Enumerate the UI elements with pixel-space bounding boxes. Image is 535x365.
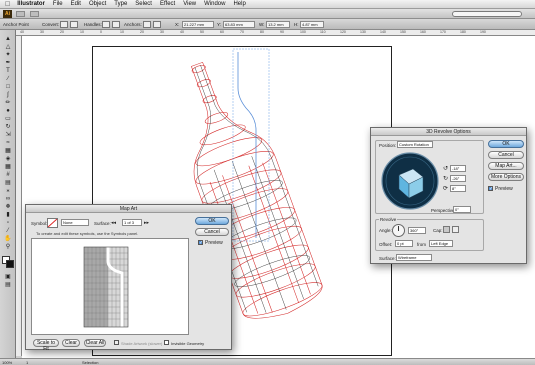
scale-to-fit-button[interactable]: Scale to Fit [33, 339, 59, 352]
map-art-preview-label: Preview [205, 240, 223, 246]
y-rotation-field[interactable]: -26° [450, 175, 466, 182]
more-options-button[interactable]: More Options [488, 173, 524, 181]
map-art-button[interactable]: Map Art... [488, 162, 524, 170]
surface-grid-preview [83, 246, 129, 328]
revolve-section-label: Revolve [379, 217, 398, 222]
from-label: from [417, 242, 426, 247]
y-axis-rotation-icon: ↻ [443, 176, 449, 182]
surface-field[interactable]: 1 of 3 [122, 219, 142, 226]
track-cube-widget[interactable] [379, 151, 441, 211]
artboard-number[interactable]: 1 [26, 360, 28, 365]
surface-dropdown[interactable]: Wireframe [396, 254, 432, 261]
shade-artwork-label: Shade Artwork (slower) [121, 341, 163, 346]
symbol-preview-swatch [47, 218, 58, 228]
symbol-dropdown[interactable]: None [61, 219, 89, 226]
track-cube-icon [381, 152, 439, 210]
z-rotation-field[interactable]: 8° [450, 185, 466, 192]
first-surface-icon[interactable]: ◂◂ [111, 220, 116, 226]
angle-label: Angle: [379, 228, 392, 233]
position-label: Position: [379, 143, 397, 148]
map-art-cancel-button[interactable]: Cancel [195, 228, 229, 236]
x-rotation-field[interactable]: -18° [450, 165, 466, 172]
status-bar: 100% 1 Selection [0, 358, 535, 365]
map-art-title: Map Art [26, 205, 231, 213]
position-dropdown[interactable]: Custom Rotation [397, 141, 433, 148]
zoom-level[interactable]: 100% [2, 360, 12, 365]
next-surface-icon[interactable]: ▸▸ [144, 220, 149, 226]
clear-all-button[interactable]: Clear All [84, 339, 106, 347]
map-art-dialog: Map Art Symbol: None Surface: ◂◂ 1 of 3 … [25, 204, 232, 352]
symbols-hint: To create and edit these symbols, use th… [36, 231, 139, 236]
revolve-title: 3D Revolve Options [371, 128, 526, 136]
revolve-preview-label: Preview [495, 186, 513, 192]
symbol-label: Symbol: [31, 221, 48, 226]
offset-field[interactable]: 0 pt [395, 240, 413, 247]
3d-revolve-options-dialog: 3D Revolve Options Position: Custom Rota… [370, 127, 527, 264]
revolve-ok-button[interactable]: OK [488, 140, 524, 148]
invisible-geometry-label: Invisible Geometry [171, 341, 205, 346]
surface-preview-area[interactable] [31, 238, 189, 335]
invisible-geometry-checkbox[interactable] [164, 340, 169, 345]
angle-dial[interactable] [392, 224, 405, 237]
z-axis-rotation-icon: ⟳ [443, 186, 449, 192]
cap-on-button[interactable] [443, 226, 450, 233]
shade-artwork-checkbox[interactable] [114, 340, 119, 345]
surface-label: Surface: [379, 256, 396, 261]
cap-off-button[interactable] [452, 226, 459, 233]
offset-label: Offset: [379, 242, 393, 247]
angle-field[interactable]: 360° [408, 227, 426, 234]
revolve-preview-checkbox[interactable]: ✓ [488, 186, 493, 192]
x-axis-rotation-icon: ↺ [443, 166, 449, 172]
clear-button[interactable]: Clear [62, 339, 80, 347]
from-dropdown[interactable]: Left Edge [429, 240, 453, 247]
revolve-cancel-button[interactable]: Cancel [488, 151, 524, 159]
map-art-ok-button[interactable]: OK [195, 217, 229, 225]
map-art-preview-checkbox[interactable]: ✓ [198, 240, 203, 246]
status-info[interactable]: Selection [82, 360, 98, 365]
perspective-field[interactable]: 0° [453, 206, 471, 213]
cap-label: Cap: [433, 228, 443, 233]
surface-label: Surface: [94, 221, 111, 226]
